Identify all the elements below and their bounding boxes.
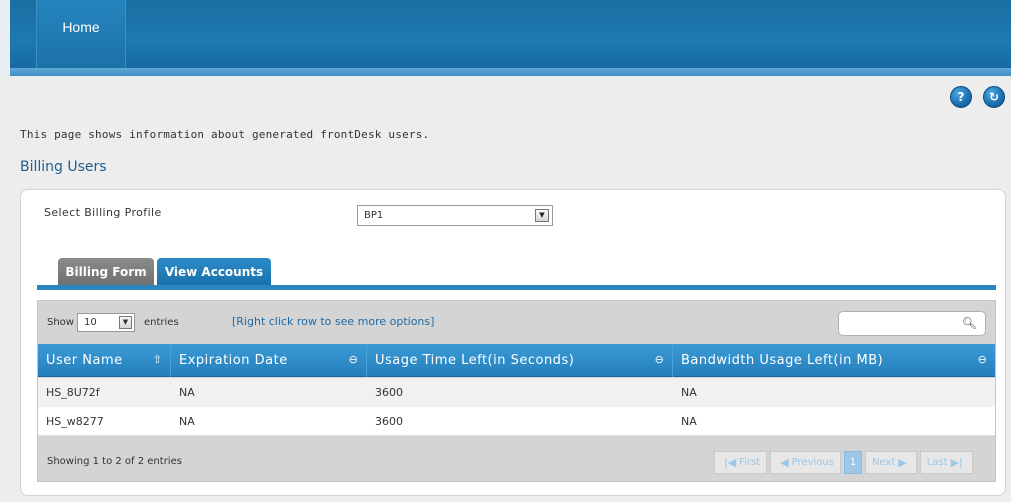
sort-icon: ⊖ [977, 353, 988, 366]
page-title: Billing Users [20, 159, 107, 175]
cell-expiration-date: NA [179, 386, 195, 399]
table-search-input[interactable]: 🔍︎ [838, 311, 986, 336]
table-header: User Name ⇧ Expiration Date ⊖ Usage Time… [38, 344, 995, 377]
column-header-label: Bandwidth Usage Left(in MB) [681, 353, 884, 368]
cell-usage-time-left: 3600 [375, 415, 403, 428]
help-icon-glyph: ? [957, 90, 965, 104]
chevron-down-icon: ▼ [119, 316, 132, 329]
cell-user-name: HS_8U72f [46, 386, 100, 399]
cell-bandwidth-left: NA [681, 386, 697, 399]
cell-expiration-date: NA [179, 415, 195, 428]
refresh-icon[interactable]: ↻ [983, 86, 1005, 108]
billing-profile-select[interactable]: BP1 ▼ [357, 205, 553, 226]
table-row[interactable]: HS_w8277 NA 3600 NA [38, 407, 995, 436]
pager-next-button[interactable]: Next ▶ [864, 451, 917, 474]
tab-underline [37, 285, 996, 290]
topbar-strip [10, 68, 1011, 76]
billing-profile-label: Select Billing Profile [44, 206, 162, 219]
entries-per-page-value: 10 [84, 317, 97, 328]
help-icon[interactable]: ? [950, 86, 972, 108]
column-header-usage-time-left[interactable]: Usage Time Left(in Seconds) ⊖ [367, 344, 673, 377]
pager-previous-label: Previous [791, 457, 834, 468]
entries-label: entries [144, 317, 179, 328]
table-row[interactable]: HS_8U72f NA 3600 NA [38, 378, 995, 407]
pager-previous-button[interactable]: ◀ Previous [770, 451, 841, 474]
show-label: Show [47, 317, 74, 328]
tab-view-accounts-label: View Accounts [164, 264, 264, 279]
tab-billing-form[interactable]: Billing Form [58, 258, 154, 285]
first-page-icon: |◀ [724, 456, 737, 469]
right-click-hint: [Right click row to see more options] [232, 315, 435, 328]
column-header-expiration-date[interactable]: Expiration Date ⊖ [171, 344, 367, 377]
pager-page-label: 1 [849, 457, 857, 468]
column-header-bandwidth-usage-left[interactable]: Bandwidth Usage Left(in MB) ⊖ [673, 344, 995, 377]
cell-user-name: HS_w8277 [46, 415, 104, 428]
pager-last-button[interactable]: Last ▶| [919, 451, 973, 474]
chevron-down-icon: ▼ [535, 209, 549, 222]
column-header-user-name[interactable]: User Name ⇧ [38, 344, 171, 377]
last-page-icon: ▶| [950, 456, 963, 469]
tab-billing-form-label: Billing Form [65, 264, 147, 279]
pagination: |◀ First ◀ Previous 1 Next ▶ Last ▶| [714, 451, 973, 474]
nav-tab-home-label: Home [62, 19, 100, 35]
next-page-icon: ▶ [898, 456, 907, 469]
table-info: Showing 1 to 2 of 2 entries [47, 456, 182, 467]
column-header-label: Usage Time Left(in Seconds) [375, 353, 575, 368]
previous-page-icon: ◀ [780, 456, 789, 469]
cell-bandwidth-left: NA [681, 415, 697, 428]
search-icon[interactable]: 🔍︎ [962, 316, 977, 330]
cell-usage-time-left: 3600 [375, 386, 403, 399]
pager-first-button[interactable]: |◀ First [714, 451, 768, 474]
sort-icon: ⊖ [654, 353, 665, 366]
refresh-icon-glyph: ↻ [988, 90, 1000, 104]
top-navigation-bar: Home [0, 0, 1011, 76]
billing-profile-value: BP1 [364, 210, 384, 221]
pager-page-button[interactable]: 1 [843, 451, 862, 474]
column-header-label: Expiration Date [179, 353, 288, 368]
pager-first-label: First [739, 457, 761, 468]
pager-last-label: Last [926, 457, 948, 468]
tab-view-accounts[interactable]: View Accounts [157, 258, 271, 285]
sort-ascending-icon: ⇧ [152, 353, 163, 366]
nav-tab-home[interactable]: Home [36, 0, 126, 68]
sort-icon: ⊖ [348, 353, 359, 366]
pager-next-label: Next [871, 457, 896, 468]
page-description: This page shows information about genera… [20, 128, 430, 141]
entries-per-page-select[interactable]: 10 ▼ [77, 313, 135, 332]
column-header-label: User Name [46, 353, 123, 368]
